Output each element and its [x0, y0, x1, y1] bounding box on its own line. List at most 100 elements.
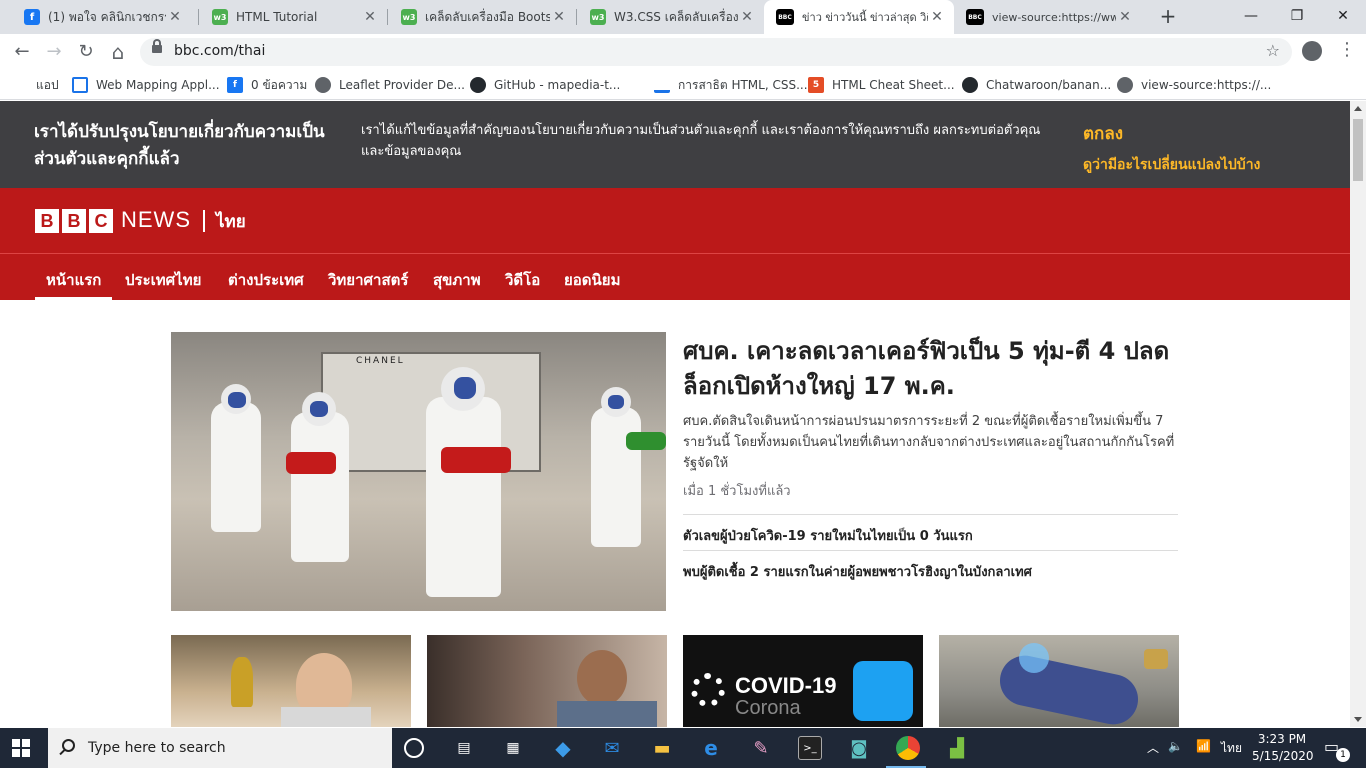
scroll-up-arrow-icon[interactable]	[1354, 106, 1362, 111]
taskbar-search-input[interactable]: Type here to search	[48, 728, 392, 768]
scrollbar-thumb[interactable]	[1353, 119, 1363, 181]
url-text[interactable]: bbc.com/thai	[174, 43, 265, 59]
edge-icon[interactable]: e	[699, 736, 723, 760]
file-explorer-icon[interactable]: ▬	[650, 736, 674, 760]
terminal-icon[interactable]: >_	[798, 736, 822, 760]
forward-button[interactable]: →	[42, 40, 66, 64]
top-story-image[interactable]: CHANEL	[171, 332, 666, 611]
worker-mask	[608, 395, 624, 409]
thumbnail-covid-text: COVID-19	[735, 673, 837, 698]
reload-button[interactable]: ↻	[74, 40, 98, 64]
close-tab-icon[interactable]: ✕	[1116, 9, 1134, 25]
cookie-details-link[interactable]: ดูว่ามีอะไรเปลี่ยนแปลงไปบ้าง	[1083, 154, 1260, 176]
new-tab-button[interactable]: +	[1156, 5, 1180, 29]
bookmark-star-icon[interactable]: ☆	[1266, 41, 1280, 60]
tab-html-tutorial[interactable]: w3 HTML Tutorial ✕	[200, 0, 387, 34]
worker-figure	[291, 412, 349, 562]
tab-bootstrap[interactable]: w3 เคล็ดลับเครื่องมือ Bootstrap ✕	[389, 0, 576, 34]
bookmark-html-cheat-sheet[interactable]: 5 HTML Cheat Sheet...	[808, 76, 955, 94]
tab-view-source[interactable]: BBC view-source:https://ww ✕	[954, 0, 1142, 34]
bbc-icon: BBC	[776, 9, 794, 25]
tab-facebook[interactable]: f (1) พอใจ คลินิกเวชกรรม - ... ✕	[12, 0, 192, 34]
cortana-icon[interactable]	[404, 738, 424, 758]
bookmarks-bar: แอป Web Mapping Appl... f 0 ข้อความ Leaf…	[0, 70, 1366, 100]
scroll-down-arrow-icon[interactable]	[1354, 717, 1362, 722]
taskbar-clock[interactable]: 3:23 PM 5/15/2020	[1252, 731, 1314, 765]
news-wordmark[interactable]: NEWS	[121, 207, 191, 233]
story-thumbnail[interactable]	[939, 635, 1179, 727]
divider	[683, 550, 1178, 551]
tab-title: ข่าว ข่าววันนี้ ข่าวล่าสุด วิดี	[802, 11, 928, 24]
bookmark-label: HTML Cheat Sheet...	[832, 78, 955, 92]
page-scrollbar[interactable]	[1350, 101, 1366, 727]
browser-menu-icon[interactable]: ⋮	[1338, 40, 1356, 62]
notepad-plus-icon[interactable]: ▟	[945, 736, 969, 760]
back-button[interactable]: ←	[10, 40, 34, 64]
nav-video[interactable]: วิดีโอ	[505, 268, 540, 292]
bbc-logo[interactable]: B B C	[35, 209, 113, 233]
tab-bbc-thai[interactable]: BBC ข่าว ข่าววันนี้ ข่าวล่าสุด วิดี ✕	[764, 0, 954, 34]
nav-home[interactable]: หน้าแรก	[46, 268, 101, 292]
show-hidden-icons-chevron-icon[interactable]: ︿	[1147, 739, 1159, 756]
volume-icon[interactable]: 🔈	[1168, 739, 1183, 753]
store-icon[interactable]: ▦	[501, 736, 525, 760]
close-tab-icon[interactable]: ✕	[166, 9, 184, 25]
vscode-icon[interactable]: ◆	[551, 736, 575, 760]
minimize-button[interactable]: —	[1228, 0, 1274, 34]
nav-popular[interactable]: ยอดนิยม	[564, 268, 620, 292]
maximize-button[interactable]: ❐	[1274, 0, 1320, 34]
lock-icon[interactable]	[152, 39, 162, 53]
windows-taskbar: Type here to search ▤ ▦ ◆ ✉ ▬ e ✎ >_ ◙ ▟…	[0, 728, 1366, 768]
tab-title: view-source:https://ww	[992, 10, 1116, 24]
tab-w3css[interactable]: w3 W3.CSS เคล็ดลับเครื่องมือ ✕	[578, 0, 764, 34]
story-thumbnail[interactable]	[427, 635, 667, 727]
nav-world[interactable]: ต่างประเทศ	[228, 268, 304, 292]
nav-science[interactable]: วิทยาศาสตร์	[328, 268, 408, 292]
page-viewport: เราได้ปรับปรุงนโยบายเกี่ยวกับความเป็นส่ว…	[0, 101, 1350, 727]
section-nav: หน้าแรก ประเทศไทย ต่างประเทศ วิทยาศาสตร์…	[0, 253, 1350, 301]
profile-avatar-icon[interactable]	[1302, 41, 1322, 61]
close-window-button[interactable]: ✕	[1320, 0, 1366, 34]
chrome-icon[interactable]	[896, 736, 920, 760]
close-tab-icon[interactable]: ✕	[361, 9, 379, 25]
bookmark-github-chatwaroon[interactable]: Chatwaroon/banan...	[962, 76, 1111, 94]
story-thumbnail[interactable]	[171, 635, 411, 727]
app-icon[interactable]: ◙	[847, 736, 871, 760]
bookmark-leaflet[interactable]: Leaflet Provider De...	[315, 76, 465, 94]
close-tab-icon[interactable]: ✕	[550, 9, 568, 25]
tab-separator	[576, 9, 577, 25]
address-bar[interactable]: bbc.com/thai ☆	[140, 38, 1292, 66]
worker-mask	[454, 377, 476, 399]
bookmark-facebook-messages[interactable]: f 0 ข้อความ	[227, 76, 307, 94]
bookmark-github-mapedia[interactable]: GitHub - mapedia-t...	[470, 76, 620, 94]
worker-mask	[228, 392, 246, 408]
bookmark-web-mapping[interactable]: Web Mapping Appl...	[72, 76, 220, 94]
nav-thailand[interactable]: ประเทศไทย	[125, 268, 201, 292]
paint-icon[interactable]: ✎	[749, 736, 773, 760]
bookmark-label: GitHub - mapedia-t...	[494, 78, 621, 92]
bookmark-label: Web Mapping Appl...	[96, 78, 220, 92]
mail-icon[interactable]: ✉	[600, 736, 624, 760]
network-icon[interactable]: 📶	[1196, 739, 1211, 753]
home-button[interactable]: ⌂	[106, 40, 130, 64]
bbc-masthead: B B C NEWS ไทย	[0, 188, 1350, 253]
task-view-icon[interactable]: ▤	[452, 736, 476, 760]
input-language-indicator[interactable]: ไทย	[1221, 739, 1242, 758]
related-story-link[interactable]: พบผู้ติดเชื้อ 2 รายแรกในค่ายผู้อพยพชาวโร…	[683, 561, 1032, 582]
language-label[interactable]: ไทย	[216, 208, 246, 235]
top-story-headline[interactable]: ศบค. เคาะลดเวลาเคอร์ฟิวเป็น 5 ทุ่ม-ตี 4 …	[683, 334, 1183, 404]
tab-title: HTML Tutorial	[236, 10, 318, 24]
close-tab-icon[interactable]: ✕	[928, 9, 946, 25]
bookmark-label: view-source:https://...	[1141, 78, 1272, 92]
search-icon	[62, 739, 75, 752]
nav-health[interactable]: สุขภาพ	[433, 268, 481, 292]
bookmark-view-source[interactable]: view-source:https://...	[1117, 76, 1271, 94]
story-thumbnail[interactable]: COVID-19 Corona	[683, 635, 923, 727]
cookie-accept-button[interactable]: ตกลง	[1083, 120, 1123, 147]
windows-start-icon[interactable]	[12, 739, 30, 757]
bookmark-html-css-demo[interactable]: การสาธิต HTML, CSS...	[654, 76, 808, 94]
related-story-link[interactable]: ตัวเลขผู้ป่วยโควิด-19 รายใหม่ในไทยเป็น 0…	[683, 525, 973, 546]
close-tab-icon[interactable]: ✕	[738, 9, 756, 25]
bookmark-apps[interactable]: แอป	[14, 76, 59, 94]
taskbar-search-placeholder: Type here to search	[88, 740, 226, 756]
